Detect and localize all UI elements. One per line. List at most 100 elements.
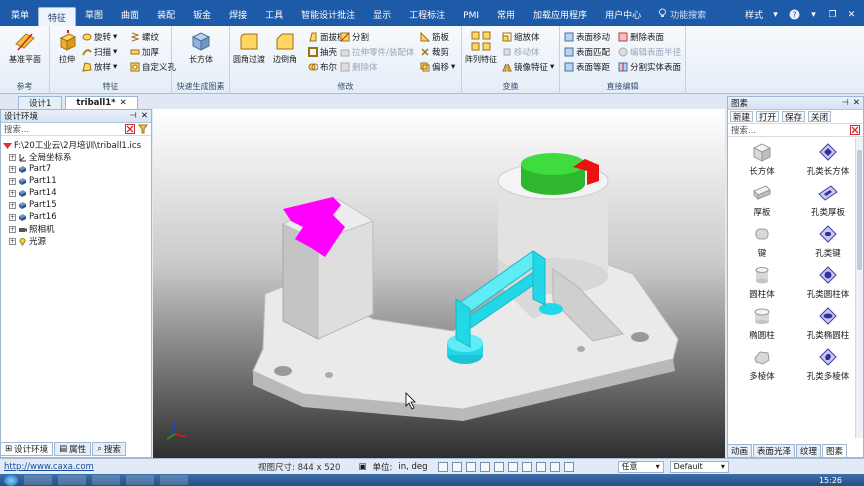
offset-button[interactable]: 偏移 ▾ bbox=[420, 61, 455, 73]
catalog-open-button[interactable]: 打开 bbox=[756, 111, 780, 123]
clear-search-icon[interactable] bbox=[850, 125, 860, 135]
catalog-search[interactable]: 搜索... bbox=[728, 124, 863, 137]
pan-icon[interactable] bbox=[465, 461, 476, 472]
expand-icon[interactable]: + bbox=[9, 237, 16, 245]
tree-node-part7[interactable]: + Part7 bbox=[3, 163, 149, 175]
menu-item-smart-annotation[interactable]: 智能设计批注 bbox=[292, 0, 364, 26]
expand-icon[interactable]: + bbox=[9, 189, 16, 197]
function-search[interactable]: 功能搜索 bbox=[658, 8, 706, 26]
menu-item-assembly[interactable]: 装配 bbox=[148, 0, 184, 26]
menu-item-load-app[interactable]: 加载应用程序 bbox=[524, 0, 596, 26]
zoom-window-icon[interactable] bbox=[451, 461, 462, 472]
catalog-save-button[interactable]: 保存 bbox=[782, 111, 806, 123]
close-icon[interactable]: ✕ bbox=[141, 111, 148, 121]
sweep-button[interactable]: 扫描 ▾ bbox=[82, 46, 117, 58]
render-mode-icon[interactable] bbox=[521, 461, 532, 472]
rotate-icon[interactable] bbox=[479, 461, 490, 472]
split-solid-face-button[interactable]: 分割实体表面 bbox=[618, 61, 681, 73]
tree-node-light[interactable]: + 光源 bbox=[3, 235, 149, 247]
loft-button[interactable]: 放样 ▾ bbox=[82, 61, 117, 73]
catalog-item-thick-plate-hole[interactable]: 孔类厚板 bbox=[798, 182, 858, 218]
expand-icon[interactable]: + bbox=[9, 153, 16, 161]
catalog-item-key-hole[interactable]: 孔类键 bbox=[798, 223, 858, 259]
catalog-new-button[interactable]: 新建 bbox=[730, 111, 754, 123]
scrollbar-thumb[interactable] bbox=[857, 150, 862, 270]
pin-icon[interactable]: ⊣ bbox=[129, 111, 136, 121]
pattern-feature-button[interactable]: 阵列特征 bbox=[464, 30, 498, 65]
catalog-item-elliptic-cylinder-hole[interactable]: 孔类椭圆柱 bbox=[798, 305, 858, 341]
expand-icon[interactable]: + bbox=[9, 165, 16, 173]
menu-item-user-center[interactable]: 用户中心 bbox=[596, 0, 650, 26]
extrude-part-button[interactable]: 拉伸零件/装配体 bbox=[340, 46, 414, 58]
tree-node-part14[interactable]: + Part14 bbox=[3, 187, 149, 199]
tree-node-part15[interactable]: + Part15 bbox=[3, 199, 149, 211]
cuboid-button[interactable]: 长方体 bbox=[184, 30, 218, 65]
close-icon[interactable]: ✕ bbox=[853, 98, 860, 108]
catalog-item-cuboid[interactable]: 长方体 bbox=[732, 141, 792, 177]
menu-item-tools[interactable]: 工具 bbox=[256, 0, 292, 26]
taskbar-app[interactable] bbox=[126, 475, 154, 485]
catalog-item-thick-plate[interactable]: 厚板 bbox=[732, 182, 792, 218]
restore-icon[interactable]: ❐ bbox=[826, 8, 839, 21]
section-icon[interactable] bbox=[549, 461, 560, 472]
menu-item-weld[interactable]: 焊接 bbox=[220, 0, 256, 26]
filter-icon[interactable] bbox=[138, 124, 148, 134]
rib-button[interactable]: 筋板 bbox=[420, 31, 449, 43]
mirror-feature-button[interactable]: 镜像特征 ▾ bbox=[502, 61, 554, 73]
split-button[interactable]: 分割 bbox=[340, 31, 369, 43]
tree-search[interactable]: 搜索... bbox=[1, 123, 151, 136]
menu-item-pmi[interactable]: PMI bbox=[454, 0, 488, 26]
front-view-icon[interactable] bbox=[507, 461, 518, 472]
zoom-icon[interactable] bbox=[437, 461, 448, 472]
tab-search[interactable]: ⌕ 搜索 bbox=[92, 442, 126, 456]
datum-plane-button[interactable]: 基准平面 bbox=[8, 30, 42, 65]
thread-button[interactable]: 螺纹 bbox=[130, 31, 159, 43]
taskbar-app[interactable] bbox=[160, 475, 188, 485]
fit-view-icon[interactable] bbox=[493, 461, 504, 472]
start-button-icon[interactable] bbox=[4, 474, 18, 486]
menu-item-surface[interactable]: 曲面 bbox=[112, 0, 148, 26]
close-icon[interactable]: ✕ bbox=[845, 8, 858, 21]
expand-icon[interactable]: + bbox=[9, 225, 16, 233]
clear-search-icon[interactable] bbox=[125, 124, 135, 134]
tab-primitives[interactable]: 图素 bbox=[822, 444, 848, 458]
thicken-button[interactable]: 加厚 bbox=[130, 46, 159, 58]
delete-face-button[interactable]: 删除表面 bbox=[618, 31, 664, 43]
extrude-button[interactable]: 拉伸 bbox=[50, 30, 84, 65]
select-icon[interactable] bbox=[563, 461, 574, 472]
custom-hole-button[interactable]: 自定义孔 bbox=[130, 61, 176, 73]
expand-icon[interactable]: + bbox=[9, 213, 16, 221]
doc-tab-design1[interactable]: 设计1 bbox=[18, 96, 63, 109]
pin-icon[interactable]: ⊣ bbox=[841, 98, 848, 108]
catalog-item-cuboid-hole[interactable]: 孔类长方体 bbox=[798, 141, 858, 177]
catalog-scrollbar[interactable] bbox=[855, 138, 863, 438]
trim-button[interactable]: 裁剪 bbox=[420, 46, 449, 58]
close-tab-icon[interactable]: ✕ bbox=[120, 98, 127, 108]
menu-item-menu[interactable]: 菜单 bbox=[2, 0, 38, 26]
expand-icon[interactable]: + bbox=[9, 177, 16, 185]
menu-item-engineering-annotation[interactable]: 工程标注 bbox=[400, 0, 454, 26]
tree-node-camera[interactable]: + 照相机 bbox=[3, 223, 149, 235]
menu-item-features[interactable]: 特征 bbox=[38, 7, 77, 27]
catalog-close-button[interactable]: 关闭 bbox=[808, 111, 832, 123]
wireframe-icon[interactable] bbox=[535, 461, 546, 472]
tree-node-global-coords[interactable]: + 全局坐标系 bbox=[3, 151, 149, 163]
website-link[interactable]: http://www.caxa.com bbox=[0, 462, 210, 472]
minimize-ribbon-icon[interactable]: ▾ bbox=[807, 8, 820, 21]
taskbar-app[interactable] bbox=[24, 475, 52, 485]
scale-body-button[interactable]: 缩放体 bbox=[502, 31, 540, 43]
tab-texture[interactable]: 纹理 bbox=[796, 444, 822, 458]
dropdown-arrow-icon[interactable]: ▾ bbox=[769, 8, 782, 21]
help-icon[interactable]: ? bbox=[788, 8, 801, 21]
shell-button[interactable]: 抽壳 bbox=[308, 46, 337, 58]
3d-viewport[interactable] bbox=[153, 109, 725, 458]
menu-item-common[interactable]: 常用 bbox=[488, 0, 524, 26]
style-menu[interactable]: 样式 bbox=[745, 8, 763, 21]
catalog-item-polygon-prism-hole[interactable]: 孔类多棱体 bbox=[798, 346, 858, 382]
tree-node-part11[interactable]: + Part11 bbox=[3, 175, 149, 187]
tab-surface-gloss[interactable]: 表面光泽 bbox=[753, 444, 796, 458]
tree-node-part16[interactable]: + Part16 bbox=[3, 211, 149, 223]
move-body-button[interactable]: 移动体 bbox=[502, 46, 540, 58]
tab-design-environment[interactable]: ⊞ 设计环境 bbox=[0, 442, 54, 456]
catalog-item-polygon-prism[interactable]: 多棱体 bbox=[732, 346, 792, 382]
